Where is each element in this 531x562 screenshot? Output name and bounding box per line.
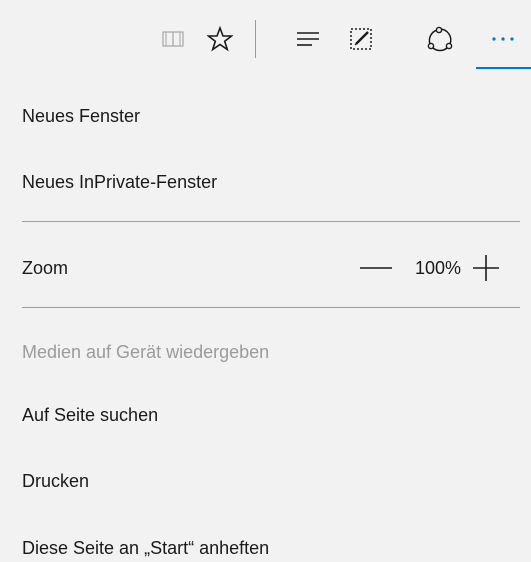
more-active-indicator	[476, 67, 531, 69]
zoom-label: Zoom	[22, 258, 69, 278]
menu-item-new-window[interactable]: Neues Fenster	[22, 104, 140, 128]
reading-view-icon[interactable]	[156, 22, 190, 56]
toolbar-separator	[255, 20, 256, 58]
more-actions-menu: Neues Fenster Neues InPrivate-Fenster Zo…	[0, 0, 531, 562]
menu-item-cast-media: Medien auf Gerät wiedergeben	[22, 342, 270, 362]
menu-item-pin-to-start[interactable]: Diese Seite an „Start“ anheften	[22, 536, 269, 560]
menu-item-find-on-page[interactable]: Auf Seite suchen	[22, 403, 158, 427]
zoom-level: 100%	[414, 257, 461, 278]
menu-divider	[22, 307, 520, 308]
zoom-controls: 100%	[359, 251, 503, 285]
menu-divider	[22, 221, 520, 222]
more-icon[interactable]	[486, 22, 520, 56]
hub-icon[interactable]	[291, 22, 325, 56]
favorite-star-icon[interactable]	[203, 22, 237, 56]
menu-item-new-inprivate-window[interactable]: Neues InPrivate-Fenster	[22, 170, 217, 194]
zoom-in-button[interactable]	[469, 251, 503, 285]
menu-item-print[interactable]: Drucken	[22, 469, 89, 493]
zoom-out-button[interactable]	[359, 251, 393, 285]
share-icon[interactable]	[423, 22, 457, 56]
browser-toolbar	[0, 0, 531, 80]
web-note-icon[interactable]	[344, 22, 378, 56]
